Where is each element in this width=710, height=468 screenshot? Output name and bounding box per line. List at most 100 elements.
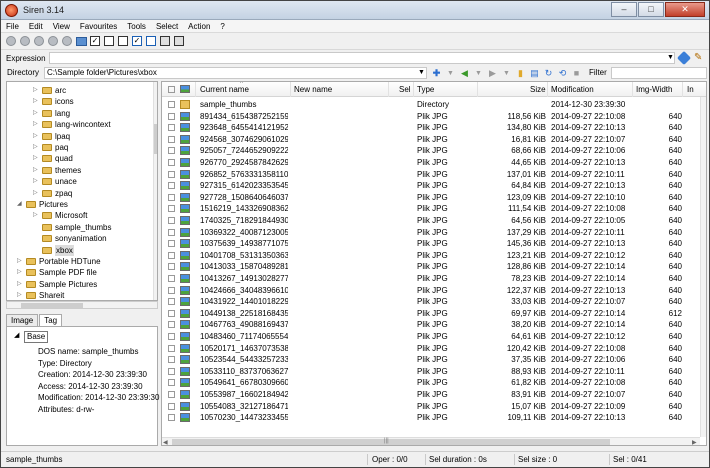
tree-item[interactable]: ▷ arc [7, 85, 153, 96]
table-row[interactable]: 10413267_149130282777... Plik JPG 78,23 Ki… [162, 273, 706, 284]
row-checkbox[interactable] [168, 263, 175, 271]
collapse-icon[interactable]: ◢ [14, 331, 19, 339]
row-checkbox[interactable] [168, 240, 175, 248]
expression-input[interactable] [49, 52, 675, 64]
tree-item[interactable]: sonyanimation [7, 233, 153, 244]
table-row[interactable]: 10553987_166021849420... Plik JPG 83,91 Ki… [162, 389, 706, 400]
col-sel[interactable]: Sel [399, 85, 411, 94]
expand-icon[interactable]: ▷ [17, 267, 25, 278]
directory-input[interactable]: C:\Sample folder\Pictures\xbox [44, 67, 427, 79]
display-button[interactable] [75, 35, 87, 47]
table-row[interactable]: 10483460_711740655548... Plik JPG 64,61 Ki… [162, 331, 706, 342]
table-row[interactable]: 1516219_1433269083628... Plik JPG 111,54 K… [162, 203, 706, 214]
folder-tree-icon[interactable]: ▤ [529, 68, 540, 79]
table-row[interactable]: 10413033_158704892818... Plik JPG 128,86 K… [162, 261, 706, 272]
row-checkbox[interactable] [168, 379, 175, 387]
table-row[interactable]: 1740325_7182918449305... Plik JPG 64,56 Ki… [162, 215, 706, 226]
expand-icon[interactable]: ▷ [17, 290, 25, 300]
tree-item[interactable]: ▷ lang [7, 108, 153, 119]
tree-scroll-thumb[interactable] [154, 124, 157, 154]
tree-item[interactable]: ▷ Portable HDTune [7, 256, 153, 267]
row-checkbox[interactable] [168, 124, 175, 132]
expand-icon[interactable]: ▷ [33, 176, 41, 187]
table-row[interactable]: sample_thumbs Directory 2014-12-30 23:39:3… [162, 99, 706, 110]
directory-dropdown-icon[interactable]: ▼ [418, 69, 425, 76]
row-checkbox[interactable] [168, 367, 175, 375]
undo-button[interactable] [47, 35, 59, 47]
row-checkbox[interactable] [168, 251, 175, 259]
row-checkbox[interactable] [168, 275, 175, 282]
menu-help[interactable]: ? [215, 20, 229, 32]
row-checkbox[interactable] [168, 217, 175, 224]
expand-icon[interactable]: ▷ [33, 153, 41, 164]
row-checkbox[interactable] [168, 309, 175, 317]
tree-item[interactable]: ▷ lpaq [7, 131, 153, 142]
row-checkbox[interactable] [168, 298, 175, 306]
table-row[interactable]: 10523544_544332572339... Plik JPG 37,35 Ki… [162, 354, 706, 365]
col-size[interactable]: Size [530, 85, 546, 94]
close-button[interactable]: ✕ [665, 2, 705, 17]
scroll-left-icon[interactable]: ◀ [163, 439, 168, 445]
redo-button[interactable] [61, 35, 73, 47]
row-checkbox[interactable] [168, 228, 175, 236]
tree-item[interactable]: ▷ Microsoft [7, 210, 153, 221]
table-row[interactable]: 925057_72446529092224... Plik JPG 68,66 Ki… [162, 145, 706, 156]
row-checkbox[interactable] [168, 286, 175, 294]
row-checkbox[interactable] [168, 182, 175, 190]
row-checkbox[interactable] [168, 333, 175, 340]
menu-tools[interactable]: Tools [122, 20, 151, 32]
menu-favourites[interactable]: Favourites [75, 20, 122, 32]
filter-input[interactable]: ▼ [611, 67, 707, 79]
select-invert-button[interactable] [159, 35, 171, 47]
select-filter-button[interactable] [173, 35, 185, 47]
check-all-button[interactable]: ✓ [89, 35, 101, 47]
scroll-right-icon[interactable]: ▶ [692, 439, 697, 445]
row-checkbox[interactable] [168, 101, 175, 108]
table-row[interactable]: 10549641_667803096608... Plik JPG 61,82 Ki… [162, 377, 706, 388]
tree-item[interactable]: ▷ unace [7, 176, 153, 187]
table-row[interactable]: 10375639_149387710751... Plik JPG 145,36 K… [162, 238, 706, 249]
uncheck-all-button[interactable] [103, 35, 115, 47]
table-row[interactable]: 10369322_400871230053... Plik JPG 137,29 K… [162, 227, 706, 238]
row-checkbox[interactable] [168, 321, 175, 329]
tree-hscroll-thumb[interactable] [21, 303, 83, 308]
expand-icon[interactable]: ▷ [33, 142, 41, 153]
select-all-button[interactable]: ✓ [131, 35, 143, 47]
dropdown-icon[interactable]: ▼ [445, 68, 456, 79]
expand-icon[interactable]: ▷ [33, 131, 41, 142]
tree-item[interactable]: ▷ Sample Pictures [7, 279, 153, 290]
tree-vertical-scrollbar[interactable] [153, 82, 157, 300]
table-row[interactable]: 10554083_321271864716... Plik JPG 15,07 Ki… [162, 401, 706, 412]
tree-item[interactable]: ▷ paq [7, 142, 153, 153]
row-checkbox[interactable] [168, 147, 175, 155]
col-type[interactable]: Type [417, 85, 434, 94]
col-modification[interactable]: Modification [551, 85, 594, 94]
row-checkbox[interactable] [168, 391, 175, 398]
app-icon[interactable] [5, 4, 18, 17]
row-checkbox[interactable] [168, 402, 175, 410]
col-new-name[interactable]: New name [294, 85, 332, 94]
menu-edit[interactable]: Edit [24, 20, 48, 32]
expression-dropdown-icon[interactable]: ▼ [667, 54, 674, 61]
folder-tree[interactable]: ▷ arc ▷ icons ▷ lang ▷ lang-wincontext ▷ lpaq ▷ paq… [6, 81, 158, 301]
row-checkbox[interactable] [168, 112, 175, 120]
table-row[interactable]: 10520171_146370735388... Plik JPG 120,42 K… [162, 343, 706, 354]
menu-select[interactable]: Select [151, 20, 183, 32]
menu-file[interactable]: File [1, 20, 24, 32]
table-row[interactable]: 891434_6154387252159... Plik JPG 118,56 Ki… [162, 111, 706, 122]
nav-forward-icon[interactable]: ▶ [487, 68, 498, 79]
tree-item[interactable]: ▷ icons [7, 96, 153, 107]
table-row[interactable]: 10467763_490881694377... Plik JPG 38,20 Ki… [162, 319, 706, 330]
menu-view[interactable]: View [48, 20, 75, 32]
folder-up-icon[interactable]: ▮ [515, 68, 526, 79]
row-checkbox[interactable] [168, 193, 175, 201]
refresh-icon[interactable]: ↻ [543, 68, 554, 79]
row-checkbox[interactable] [168, 205, 175, 213]
table-row[interactable]: 10570230_144732334552... Plik JPG 109,11 K… [162, 412, 706, 423]
tree-item[interactable]: ▷ zpaq [7, 188, 153, 199]
row-checkbox[interactable] [168, 414, 175, 422]
tree-item[interactable]: ◢ Pictures [7, 199, 153, 210]
menu-action[interactable]: Action [183, 20, 215, 32]
expand-icon[interactable]: ▷ [33, 119, 41, 130]
table-row[interactable]: 926770_29245878426294... Plik JPG 44,65 Ki… [162, 157, 706, 168]
